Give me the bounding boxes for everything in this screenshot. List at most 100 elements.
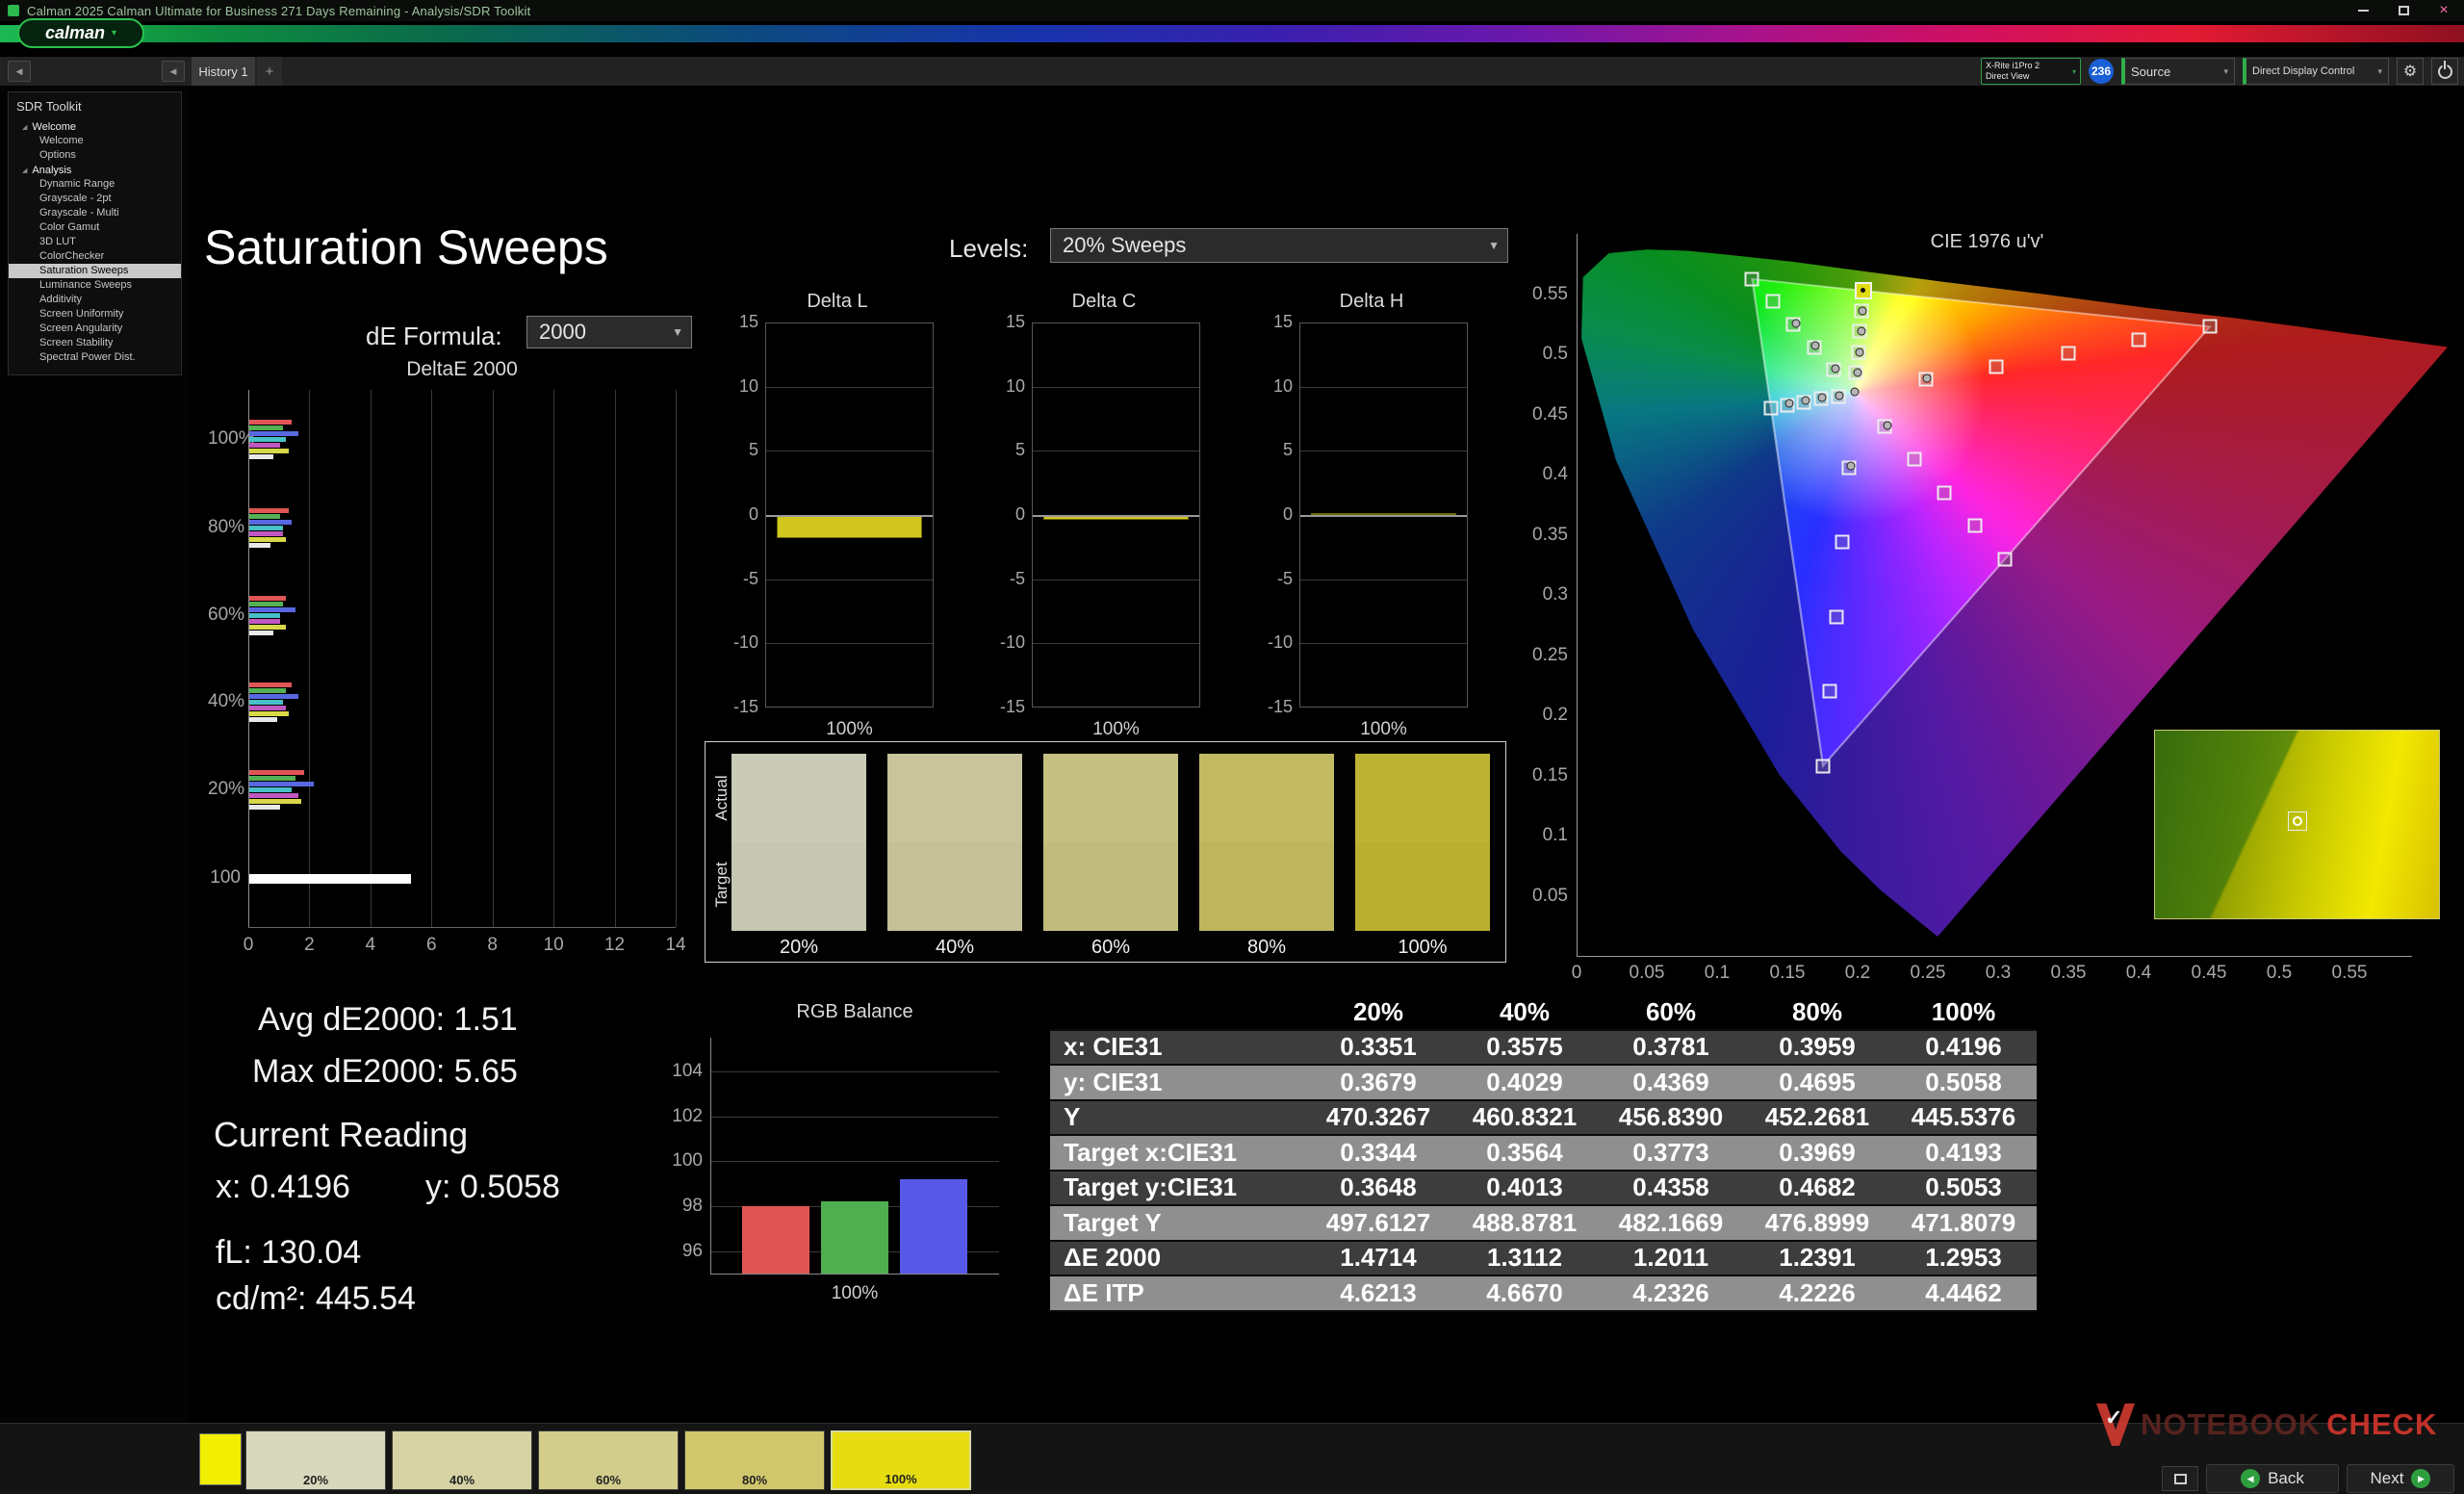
result-thumb-60%[interactable]: 60% — [538, 1430, 679, 1490]
sidebar-item-color-gamut[interactable]: Color Gamut — [9, 220, 181, 235]
x-axis-label: 0 — [1571, 963, 1582, 978]
calman-logo-text: calman — [44, 23, 105, 42]
sidebar-item-colorchecker[interactable]: ColorChecker — [9, 249, 181, 264]
check-icon: ✓ — [2105, 1405, 2123, 1430]
sidebar-item-spectral-power-dist-[interactable]: Spectral Power Dist. — [9, 350, 181, 365]
swatch-label: 80% — [1246, 937, 1287, 958]
current-reading-heading: Current Reading — [214, 1115, 469, 1154]
result-thumb-80%[interactable]: 80% — [684, 1430, 825, 1490]
sidebar-item-saturation-sweeps[interactable]: Saturation Sweeps — [9, 264, 181, 278]
table-cell: 0.4358 — [1632, 1172, 1709, 1202]
table-row-label: y: CIE31 — [1064, 1067, 1163, 1096]
sidebar-item-screen-angularity[interactable]: Screen Angularity — [9, 322, 181, 336]
tree-expand-icon[interactable]: ◢ — [22, 167, 27, 174]
measured-marker — [1853, 368, 1862, 377]
swatch-label: 20% — [779, 937, 819, 958]
calman-logo-button[interactable]: calman ▾ — [17, 18, 144, 48]
cie-zoom-inset — [2154, 730, 2440, 919]
meter-select-button[interactable]: X-Rite i1Pro 2 Direct View ▾ — [1981, 58, 2081, 85]
sidebar-item-luminance-sweeps[interactable]: Luminance Sweeps — [9, 278, 181, 293]
back-button[interactable]: ◀ Back — [2206, 1464, 2339, 1493]
power-button[interactable] — [2431, 58, 2458, 85]
bar — [249, 770, 305, 775]
sidebar-item-screen-uniformity[interactable]: Screen Uniformity — [9, 307, 181, 322]
delta-c-chart: Delta C 15 10 5 0 -5 -10 -15 100% — [998, 289, 1210, 741]
bar — [249, 437, 287, 442]
table-cell: 0.5058 — [1925, 1067, 2002, 1096]
add-tab-button[interactable]: + — [257, 57, 282, 86]
y-axis-label: 0.45 — [1532, 403, 1568, 425]
result-thumb-20%[interactable]: 20% — [245, 1430, 386, 1490]
de-formula-select[interactable]: 2000 ▼ — [526, 316, 692, 348]
tab-history-1[interactable]: History 1 — [192, 57, 255, 86]
bar — [249, 520, 293, 525]
x-axis-label: 10 — [543, 935, 564, 955]
sidebar: SDR Toolkit ◢ Welcome Welcome Options ◢ Analy… — [0, 86, 189, 1423]
table-cell: 4.6213 — [1340, 1277, 1417, 1307]
bar — [249, 787, 293, 792]
x-axis-label: 4 — [365, 935, 376, 955]
sidebar-item-screen-stability[interactable]: Screen Stability — [9, 336, 181, 350]
table-cell: 452.2681 — [1764, 1102, 1870, 1132]
target-marker-red — [2131, 332, 2146, 348]
sidebar-item-options[interactable]: Options — [9, 148, 181, 163]
x-axis-line — [710, 1274, 999, 1275]
window-layout-icon — [2173, 1473, 2187, 1484]
measured-marker — [1858, 306, 1867, 316]
current-patch-thumb[interactable] — [199, 1433, 242, 1485]
tree-expand-icon[interactable]: ◢ — [22, 123, 27, 131]
y-axis-label: 0.15 — [1532, 764, 1568, 786]
sidebar-item-welcome[interactable]: Welcome — [9, 134, 181, 148]
y-axis-label: 15 — [1005, 312, 1025, 331]
thumb-label: 80% — [741, 1473, 768, 1487]
x-axis-label: 12 — [603, 935, 626, 955]
measured-marker — [1817, 393, 1827, 402]
maximize-button[interactable] — [2383, 0, 2424, 21]
sidebar-collapse-button[interactable]: ◀ — [162, 61, 185, 82]
x-axis-label: 0.05 — [1629, 963, 1665, 978]
current-x: x: 0.4196 — [216, 1169, 350, 1205]
layout-button[interactable] — [2162, 1466, 2198, 1491]
source-select[interactable]: Source ▾ — [2121, 58, 2235, 85]
target-marker-green — [1744, 271, 1759, 287]
table-header-row: 20% 40% 60% 80% 100% — [1050, 995, 2037, 1031]
sidebar-group[interactable]: ◢ Analysis — [9, 163, 181, 177]
sidebar-item-additivity[interactable]: Additivity — [9, 293, 181, 307]
table-cell: 0.4196 — [1925, 1032, 2002, 1062]
next-button[interactable]: Next ▶ — [2347, 1464, 2454, 1493]
table-row-label: x: CIE31 — [1064, 1032, 1163, 1062]
minimize-button[interactable] — [2343, 0, 2383, 21]
swatch-actual-half — [1355, 754, 1490, 842]
gridline — [553, 390, 555, 927]
sidebar-item-grayscale-2pt[interactable]: Grayscale - 2pt — [9, 192, 181, 206]
bar — [249, 711, 290, 716]
sidebar-item-dynamic-range[interactable]: Dynamic Range — [9, 177, 181, 192]
sidebar-item-3d-lut[interactable]: 3D LUT — [9, 235, 181, 249]
display-control-select[interactable]: Direct Display Control ▾ — [2243, 58, 2389, 85]
x-axis-label: 0.35 — [2050, 963, 2087, 978]
y-axis-label: 0.05 — [1532, 885, 1568, 906]
result-thumb-40%[interactable]: 40% — [392, 1430, 532, 1490]
title-bar: Calman 2025 Calman Ultimate for Business… — [0, 0, 2464, 21]
plot-border — [1032, 322, 1200, 708]
window-title: Calman 2025 Calman Ultimate for Business… — [27, 3, 531, 18]
target-marker-magenta — [1907, 451, 1922, 467]
y-axis-label: 10 — [738, 375, 758, 396]
sidebar-group[interactable]: ◢ Welcome — [9, 119, 181, 134]
delta-h-chart: Delta H 15 10 5 0 -5 -10 -15 100% — [1266, 289, 1477, 741]
measured-marker — [1801, 396, 1810, 405]
close-button[interactable]: × — [2424, 0, 2464, 21]
settings-button[interactable]: ⚙ — [2397, 58, 2424, 85]
table-cell: 0.4369 — [1632, 1067, 1709, 1096]
meter-count-badge[interactable]: 236 — [2089, 59, 2114, 84]
swatch-target-half — [887, 842, 1022, 931]
plot-border — [765, 322, 934, 708]
levels-select[interactable]: 20% Sweeps ▼ — [1050, 228, 1508, 263]
table-cell: 1.4714 — [1340, 1243, 1417, 1273]
result-thumb-100%[interactable]: 100% — [831, 1430, 971, 1490]
swatch-actual-half — [1043, 754, 1178, 842]
y-axis-label: 0.55 — [1532, 283, 1568, 304]
panel-collapse-button[interactable]: ◀ — [8, 61, 31, 82]
bar — [249, 425, 283, 430]
sidebar-item-grayscale-multi[interactable]: Grayscale - Multi — [9, 206, 181, 220]
